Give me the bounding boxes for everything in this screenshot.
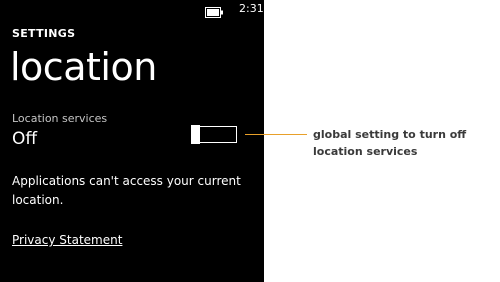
status-time: 2:31 xyxy=(239,2,264,15)
location-description: Applications can't access your current l… xyxy=(12,174,241,207)
toggle-thumb[interactable] xyxy=(191,125,200,144)
location-services-toggle[interactable] xyxy=(191,125,237,144)
privacy-statement-link[interactable]: Privacy Statement xyxy=(12,232,122,248)
section-label: SETTINGS xyxy=(12,27,76,40)
location-services-value: Off xyxy=(12,129,38,149)
phone-screen: 2:31 SETTINGS location Location services… xyxy=(0,0,264,282)
annotation-text: global setting to turn off location serv… xyxy=(313,128,467,158)
battery-icon xyxy=(205,3,223,18)
screenshot-canvas: 2:31 SETTINGS location Location services… xyxy=(0,0,500,282)
status-bar: 2:31 xyxy=(0,0,264,18)
toggle-track xyxy=(199,126,237,143)
location-services-label: Location services xyxy=(12,112,108,125)
page-title: location xyxy=(10,45,157,89)
annotation-line xyxy=(245,134,307,135)
